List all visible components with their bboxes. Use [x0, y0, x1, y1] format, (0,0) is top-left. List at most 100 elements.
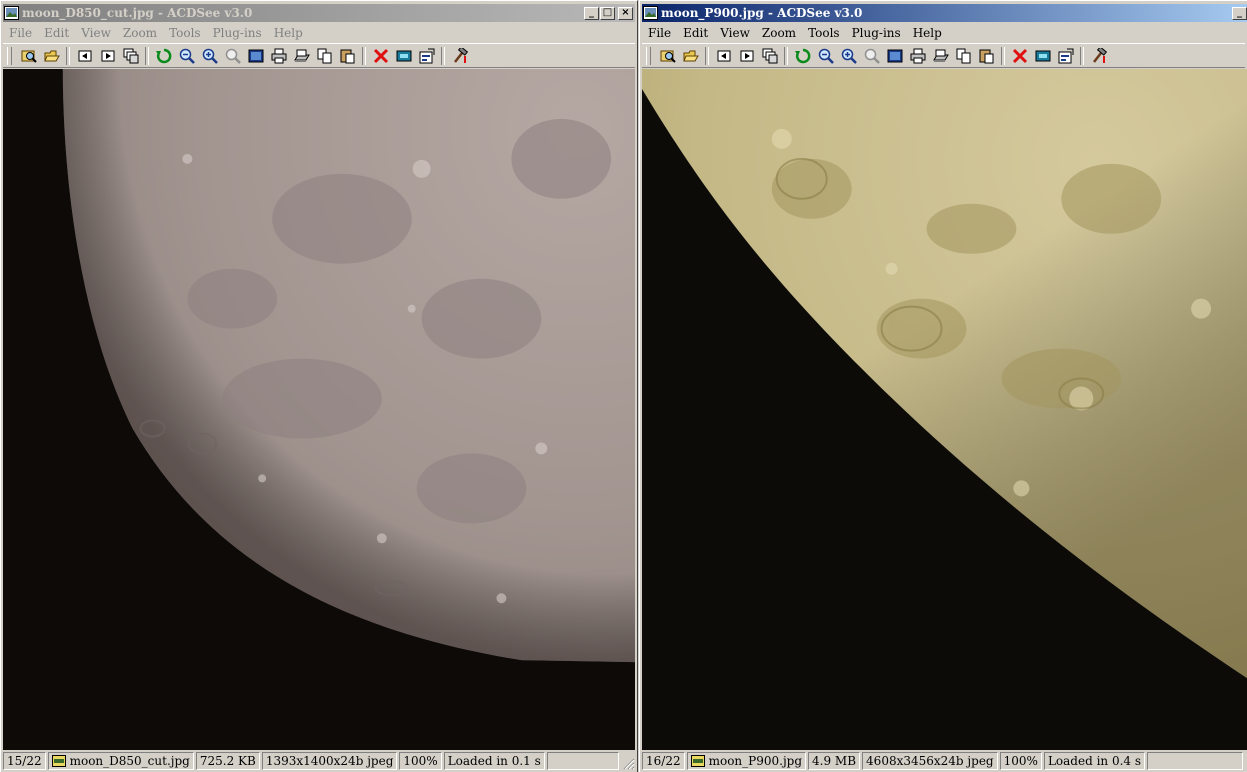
- moon-image: [3, 69, 635, 750]
- previous-button[interactable]: [712, 45, 735, 67]
- properties-button[interactable]: [1054, 45, 1077, 67]
- refresh-icon: [155, 48, 171, 63]
- rename-icon: [396, 50, 411, 61]
- zoom-reset-button[interactable]: [860, 45, 883, 67]
- browse-button[interactable]: [17, 45, 40, 67]
- menu-plugins[interactable]: Plug-ins: [846, 26, 907, 40]
- next-button[interactable]: [96, 45, 119, 67]
- close-button[interactable]: ×: [618, 6, 633, 20]
- zoom-out-button[interactable]: [175, 45, 198, 67]
- status-filename-panel: moon_D850_cut.jpg: [47, 752, 194, 770]
- zoom-in-button[interactable]: [198, 45, 221, 67]
- refresh-button[interactable]: [791, 45, 814, 67]
- menu-edit[interactable]: Edit: [38, 26, 75, 40]
- menu-edit[interactable]: Edit: [677, 26, 714, 40]
- next-icon: [101, 50, 114, 61]
- browse-icon: [660, 50, 676, 63]
- jpeg-file-icon: [690, 755, 705, 767]
- delete-button[interactable]: [1008, 45, 1031, 67]
- refresh-button[interactable]: [152, 45, 175, 67]
- menu-tools[interactable]: Tools: [163, 26, 207, 40]
- close-icon: ×: [621, 6, 630, 18]
- open-button[interactable]: [679, 45, 702, 67]
- title-bar[interactable]: moon_P900.jpg - ACDSee v3.0 _: [642, 4, 1247, 22]
- status-filename: moon_P900.jpg: [708, 754, 803, 768]
- scan-button[interactable]: [929, 45, 952, 67]
- status-filename: moon_D850_cut.jpg: [69, 754, 190, 768]
- acdsee-app-icon: [643, 6, 658, 20]
- status-empty: [546, 752, 619, 770]
- menu-zoom[interactable]: Zoom: [117, 26, 163, 40]
- tools-icon: [453, 47, 468, 63]
- browse-window-button[interactable]: [119, 45, 142, 67]
- browse-button[interactable]: [656, 45, 679, 67]
- delete-button[interactable]: [369, 45, 392, 67]
- fullscreen-button[interactable]: [883, 45, 906, 67]
- delete-icon: [1012, 48, 1027, 63]
- tools-button[interactable]: [1087, 45, 1110, 67]
- zoom-out-icon: [179, 48, 195, 64]
- rename-icon: [1035, 50, 1050, 61]
- image-view[interactable]: [642, 69, 1247, 750]
- toolbar-grip[interactable]: [7, 46, 12, 65]
- copy-button[interactable]: [952, 45, 975, 67]
- title-bar[interactable]: moon_D850_cut.jpg - ACDSee v3.0 _ □ ×: [3, 4, 635, 22]
- status-filesize: 4.9 MB: [808, 752, 861, 770]
- menu-view[interactable]: View: [714, 26, 756, 40]
- rename-button[interactable]: [392, 45, 415, 67]
- menu-bar: File Edit View Zoom Tools Plug-ins Help: [642, 23, 1245, 42]
- status-empty: [1147, 752, 1243, 770]
- copy-button[interactable]: [313, 45, 336, 67]
- maximize-icon: □: [602, 6, 613, 18]
- toolbar-separator: [784, 46, 788, 65]
- zoom-in-icon: [841, 48, 857, 64]
- next-button[interactable]: [735, 45, 758, 67]
- browse-window-button[interactable]: [758, 45, 781, 67]
- status-index: 16/22: [642, 752, 685, 770]
- tools-button[interactable]: [448, 45, 471, 67]
- fullscreen-button[interactable]: [244, 45, 267, 67]
- viewer-window-right[interactable]: moon_P900.jpg - ACDSee v3.0 _ File Edit …: [639, 0, 1247, 772]
- status-dimensions: 4608x3456x24b jpeg: [862, 752, 998, 770]
- acdsee-app-icon: [4, 6, 19, 20]
- previous-icon: [717, 50, 730, 61]
- image-view[interactable]: [3, 69, 635, 750]
- paste-button[interactable]: [336, 45, 359, 67]
- zoom-reset-button[interactable]: [221, 45, 244, 67]
- properties-button[interactable]: [415, 45, 438, 67]
- menu-tools[interactable]: Tools: [802, 26, 846, 40]
- delete-icon: [373, 48, 388, 63]
- minimize-button[interactable]: _: [584, 6, 599, 20]
- menu-plugins[interactable]: Plug-ins: [207, 26, 268, 40]
- open-icon: [682, 50, 699, 61]
- minimize-button[interactable]: _: [1232, 6, 1247, 20]
- rename-button[interactable]: [1031, 45, 1054, 67]
- zoom-in-button[interactable]: [837, 45, 860, 67]
- maximize-button[interactable]: □: [600, 6, 615, 20]
- scan-button[interactable]: [290, 45, 313, 67]
- toolbar: [642, 43, 1245, 68]
- zoom-out-icon: [818, 48, 834, 64]
- next-icon: [740, 50, 753, 61]
- size-grip-icon[interactable]: [621, 756, 635, 770]
- zoom-out-button[interactable]: [814, 45, 837, 67]
- paste-button[interactable]: [975, 45, 998, 67]
- previous-button[interactable]: [73, 45, 96, 67]
- menu-view[interactable]: View: [75, 26, 117, 40]
- toolbar-grip[interactable]: [646, 46, 651, 65]
- browse-window-icon: [123, 48, 138, 63]
- print-button[interactable]: [906, 45, 929, 67]
- properties-icon: [1058, 48, 1073, 63]
- print-button[interactable]: [267, 45, 290, 67]
- open-button[interactable]: [40, 45, 63, 67]
- menu-help[interactable]: Help: [268, 26, 309, 40]
- menu-help[interactable]: Help: [907, 26, 948, 40]
- menu-file[interactable]: File: [3, 26, 38, 40]
- toolbar-separator: [705, 46, 709, 65]
- menu-file[interactable]: File: [642, 26, 677, 40]
- viewer-window-left[interactable]: moon_D850_cut.jpg - ACDSee v3.0 _ □ × Fi…: [0, 0, 638, 772]
- window-title: moon_P900.jpg - ACDSee v3.0: [661, 6, 863, 20]
- minimize-icon: _: [1237, 6, 1242, 18]
- menu-zoom[interactable]: Zoom: [756, 26, 802, 40]
- status-filename-panel: moon_P900.jpg: [686, 752, 807, 770]
